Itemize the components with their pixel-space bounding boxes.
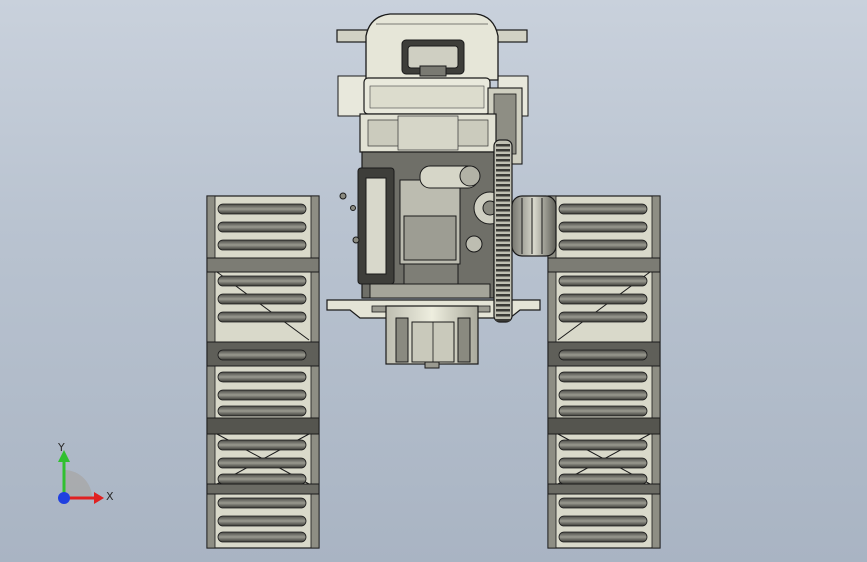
gear-tooth bbox=[496, 254, 510, 257]
right-track[interactable] bbox=[547, 195, 661, 549]
y-axis-label: Y bbox=[58, 441, 65, 454]
tread-slot bbox=[558, 371, 648, 383]
tread-slot bbox=[217, 203, 307, 215]
tread-slot bbox=[558, 473, 648, 485]
gear-tooth bbox=[496, 199, 510, 202]
tread-slot bbox=[217, 275, 307, 287]
tread-slot bbox=[217, 371, 307, 383]
tread-slot bbox=[558, 389, 648, 401]
gear-tooth bbox=[496, 224, 510, 227]
gearbox[interactable] bbox=[385, 305, 479, 369]
tread-slot bbox=[558, 457, 648, 469]
tractor-model[interactable] bbox=[0, 0, 867, 562]
tread-slot bbox=[217, 221, 307, 233]
tread-slot bbox=[217, 293, 307, 305]
tread-slot bbox=[558, 531, 648, 543]
gear-tooth bbox=[496, 164, 510, 167]
tread-slot bbox=[558, 439, 648, 451]
tread-slot bbox=[217, 389, 307, 401]
gear-tooth bbox=[496, 234, 510, 237]
gear-tooth bbox=[496, 149, 510, 152]
coordinate-triad: Y X bbox=[44, 438, 124, 508]
gear-tooth bbox=[496, 244, 510, 247]
gear-tooth bbox=[496, 269, 510, 272]
gear-tooth bbox=[496, 154, 510, 157]
gear-tooth bbox=[496, 259, 510, 262]
tread-slot bbox=[558, 349, 648, 361]
tread-slot bbox=[558, 203, 648, 215]
tread-slot bbox=[217, 531, 307, 543]
gear-tooth bbox=[496, 159, 510, 162]
graphics-viewport[interactable]: Y X bbox=[0, 0, 867, 562]
gear-tooth bbox=[496, 289, 510, 292]
tread-slot bbox=[558, 497, 648, 509]
tread-slot bbox=[558, 239, 648, 251]
x-axis-label: X bbox=[106, 490, 114, 503]
gear-tooth bbox=[496, 169, 510, 172]
gear-tooth bbox=[496, 219, 510, 222]
gear-tooth bbox=[496, 229, 510, 232]
tread-slot bbox=[558, 293, 648, 305]
tread-slot bbox=[217, 515, 307, 527]
tread-slot bbox=[217, 349, 307, 361]
tread-slot bbox=[217, 311, 307, 323]
flywheel[interactable] bbox=[493, 139, 513, 323]
gear-tooth bbox=[496, 304, 510, 307]
drive-pulley[interactable] bbox=[511, 195, 557, 257]
tread-slot bbox=[558, 515, 648, 527]
tread-slot bbox=[217, 239, 307, 251]
gear-tooth bbox=[496, 279, 510, 282]
tread-slot bbox=[217, 457, 307, 469]
gear-tooth bbox=[496, 144, 510, 147]
gear-tooth bbox=[496, 204, 510, 207]
tread-slot bbox=[217, 473, 307, 485]
tread-slot bbox=[217, 405, 307, 417]
gear-tooth bbox=[496, 194, 510, 197]
gear-tooth bbox=[496, 239, 510, 242]
gear-tooth bbox=[496, 309, 510, 312]
left-track[interactable] bbox=[206, 195, 320, 549]
gear-tooth bbox=[496, 174, 510, 177]
tread-slot bbox=[558, 311, 648, 323]
x-axis-arrowhead bbox=[94, 492, 104, 504]
z-axis-dot bbox=[58, 492, 70, 504]
gear-tooth bbox=[496, 179, 510, 182]
gear-tooth bbox=[496, 274, 510, 277]
gear-tooth bbox=[496, 299, 510, 302]
gear-tooth bbox=[496, 214, 510, 217]
gear-tooth bbox=[496, 264, 510, 267]
tread-slot bbox=[558, 221, 648, 233]
gear-tooth bbox=[496, 209, 510, 212]
gear-tooth bbox=[496, 294, 510, 297]
tread-slot bbox=[558, 275, 648, 287]
gear-tooth bbox=[496, 184, 510, 187]
tread-slot bbox=[217, 497, 307, 509]
gear-tooth bbox=[496, 284, 510, 287]
gear-tooth bbox=[496, 249, 510, 252]
gear-tooth bbox=[496, 189, 510, 192]
gear-tooth bbox=[496, 319, 510, 322]
tread-slot bbox=[217, 439, 307, 451]
gear-tooth bbox=[496, 314, 510, 317]
tread-slot bbox=[558, 405, 648, 417]
